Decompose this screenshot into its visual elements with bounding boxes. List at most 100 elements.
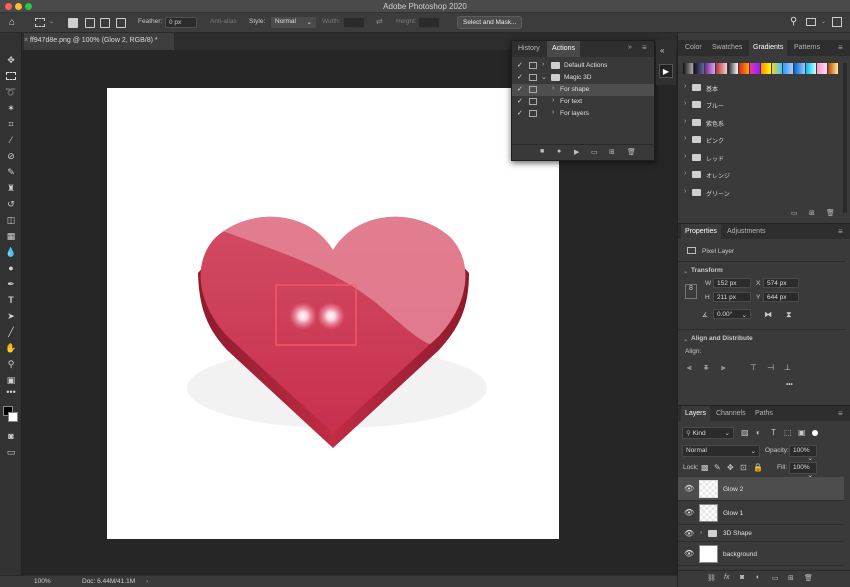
scrollbar[interactable] [843, 63, 847, 213]
history-brush-tool-icon[interactable]: ↺ [4, 197, 18, 211]
check-icon[interactable]: ✓ [517, 85, 523, 93]
stop-icon[interactable]: ■ [540, 148, 544, 155]
filter-type-icon[interactable]: T [771, 428, 776, 437]
workspace-icon[interactable] [806, 18, 816, 26]
chevron-right-icon[interactable]: › [146, 578, 148, 585]
eye-icon[interactable]: 👁 [684, 549, 694, 558]
marquee-tool-icon[interactable] [35, 18, 45, 27]
clone-stamp-tool-icon[interactable]: ♜ [4, 181, 18, 195]
brush-tool-icon[interactable]: ✎ [4, 165, 18, 179]
intersect-selection-icon[interactable] [116, 18, 126, 28]
play-icon[interactable]: ▶ [574, 148, 579, 156]
action-row[interactable]: ✓ › For layers [512, 108, 654, 120]
gradient-group[interactable]: › 基本 [678, 79, 840, 96]
action-row[interactable]: ✓ › For text [512, 96, 654, 108]
gradient-group[interactable]: › 紫色系 [678, 114, 840, 131]
action-row[interactable]: ✓ ⌄ Magic 3D [512, 72, 654, 84]
panel-menu-icon[interactable]: ≡ [642, 43, 647, 52]
fill-field[interactable]: 100% ⌄ [789, 462, 817, 479]
subtract-selection-icon[interactable] [100, 18, 110, 28]
chevron-right-icon[interactable]: › [684, 153, 686, 160]
collapse-panel-icon[interactable]: » [628, 44, 632, 51]
action-row[interactable]: ✓ › Default Actions [512, 60, 654, 72]
align-top-icon[interactable]: ⊤ [750, 363, 757, 372]
background-color-swatch[interactable] [8, 412, 18, 422]
dialog-toggle-icon[interactable] [529, 98, 537, 105]
x-field[interactable]: 574 px [763, 278, 799, 288]
y-field[interactable]: 644 px [763, 292, 799, 302]
trash-icon[interactable]: 🗑 [826, 209, 835, 217]
dialog-toggle-icon[interactable] [529, 86, 537, 93]
layer-row[interactable]: 👁 Glow 2 [678, 477, 844, 501]
tab-patterns[interactable]: Patterns [790, 40, 824, 56]
filter-pixel-icon[interactable]: ▨ [741, 428, 749, 437]
chevron-down-icon[interactable]: ⌄ [683, 335, 688, 343]
tab-layers[interactable]: Layers [681, 406, 711, 422]
line-tool-icon[interactable]: ╱ [4, 325, 18, 339]
panel-menu-icon[interactable]: ≡ [838, 227, 843, 236]
layer-row[interactable]: 👁 background [678, 542, 844, 566]
align-middle-icon[interactable]: ⊣ [767, 363, 774, 372]
filter-toggle[interactable] [812, 430, 818, 436]
document-canvas[interactable] [107, 88, 559, 539]
height-input[interactable] [418, 17, 440, 28]
eye-icon[interactable]: 👁 [684, 484, 694, 493]
align-left-icon[interactable]: ⫷ [687, 363, 692, 373]
actions-panel-icon[interactable]: ▶ [659, 64, 673, 78]
gradient-tool-icon[interactable]: ▦ [4, 229, 18, 243]
path-selection-tool-icon[interactable]: ➤ [4, 309, 18, 323]
lasso-tool-icon[interactable]: ➰ [4, 85, 18, 99]
lock-pixels-icon[interactable]: ✎ [714, 463, 721, 472]
tab-paths[interactable]: Paths [751, 406, 777, 422]
gradient-group[interactable]: › グリーン [678, 184, 840, 201]
chevron-down-icon[interactable]: ⌄ [683, 267, 688, 275]
chevron-down-icon[interactable]: ⌄ [821, 18, 826, 25]
check-icon[interactable]: ✓ [517, 61, 523, 69]
filter-shape-icon[interactable]: ⬚ [784, 428, 792, 437]
quick-mask-icon[interactable]: ◙ [4, 429, 18, 443]
align-center-icon[interactable]: ⩨ [704, 363, 709, 373]
dialog-toggle-icon[interactable] [529, 62, 537, 69]
marquee-tool-icon[interactable] [4, 69, 18, 83]
lock-artboard-icon[interactable]: ⊡ [740, 463, 747, 472]
move-tool-icon[interactable]: ✥ [4, 53, 18, 67]
gradient-group[interactable]: › ブルー [678, 96, 840, 113]
document-tab[interactable]: × ff947d8e.png @ 100% (Glow 2, RGB/8) * [24, 33, 174, 50]
chevron-right-icon[interactable]: › [684, 188, 686, 195]
width-field[interactable]: 152 px [713, 278, 751, 288]
crop-tool-icon[interactable]: ⌗ [4, 117, 18, 131]
tab-color[interactable]: Color [681, 40, 706, 56]
doc-size[interactable]: Doc: 6.44M/41.1M [82, 578, 135, 585]
tab-history[interactable]: History [513, 41, 545, 57]
tab-adjustments[interactable]: Adjustments [723, 224, 770, 240]
record-icon[interactable]: ● [557, 148, 561, 155]
opacity-field[interactable]: 100% ⌄ [789, 445, 817, 462]
layer-group-row[interactable]: 👁 › 3D Shape [678, 525, 844, 542]
filter-adjustment-icon[interactable]: ◐ [756, 428, 761, 437]
new-layer-icon[interactable]: ⊞ [788, 574, 794, 582]
share-icon[interactable] [832, 17, 842, 27]
layer-row[interactable]: 👁 Glow 1 [678, 501, 844, 525]
select-and-mask-button[interactable]: Select and Mask... [457, 16, 523, 29]
chevron-right-icon[interactable]: › [552, 109, 554, 116]
height-field[interactable]: 211 px [713, 292, 751, 302]
check-icon[interactable]: ✓ [517, 109, 523, 117]
new-gradient-icon[interactable]: ⊞ [809, 209, 815, 217]
check-icon[interactable]: ✓ [517, 73, 523, 81]
trash-icon[interactable]: 🗑 [804, 574, 813, 582]
eye-icon[interactable]: 👁 [684, 508, 694, 517]
gradient-group[interactable]: › レッド [678, 149, 840, 166]
link-icon[interactable]: 8 [685, 284, 697, 299]
new-action-icon[interactable]: ⊞ [609, 148, 615, 156]
eye-icon[interactable]: 👁 [684, 529, 694, 538]
close-tab-icon[interactable]: × [24, 33, 33, 50]
chevron-down-icon[interactable]: ⌄ [49, 18, 54, 25]
dodge-tool-icon[interactable]: ● [4, 261, 18, 275]
swap-icon[interactable]: ⇄ [376, 17, 383, 26]
add-to-selection-icon[interactable] [85, 18, 95, 28]
tab-actions[interactable]: Actions [547, 41, 580, 57]
recent-gradients[interactable] [683, 63, 838, 74]
blend-mode-select[interactable]: Normal ⌄ [682, 445, 760, 457]
chevron-right-icon[interactable]: › [552, 85, 554, 92]
layer-mask-icon[interactable]: ◙ [740, 574, 744, 581]
